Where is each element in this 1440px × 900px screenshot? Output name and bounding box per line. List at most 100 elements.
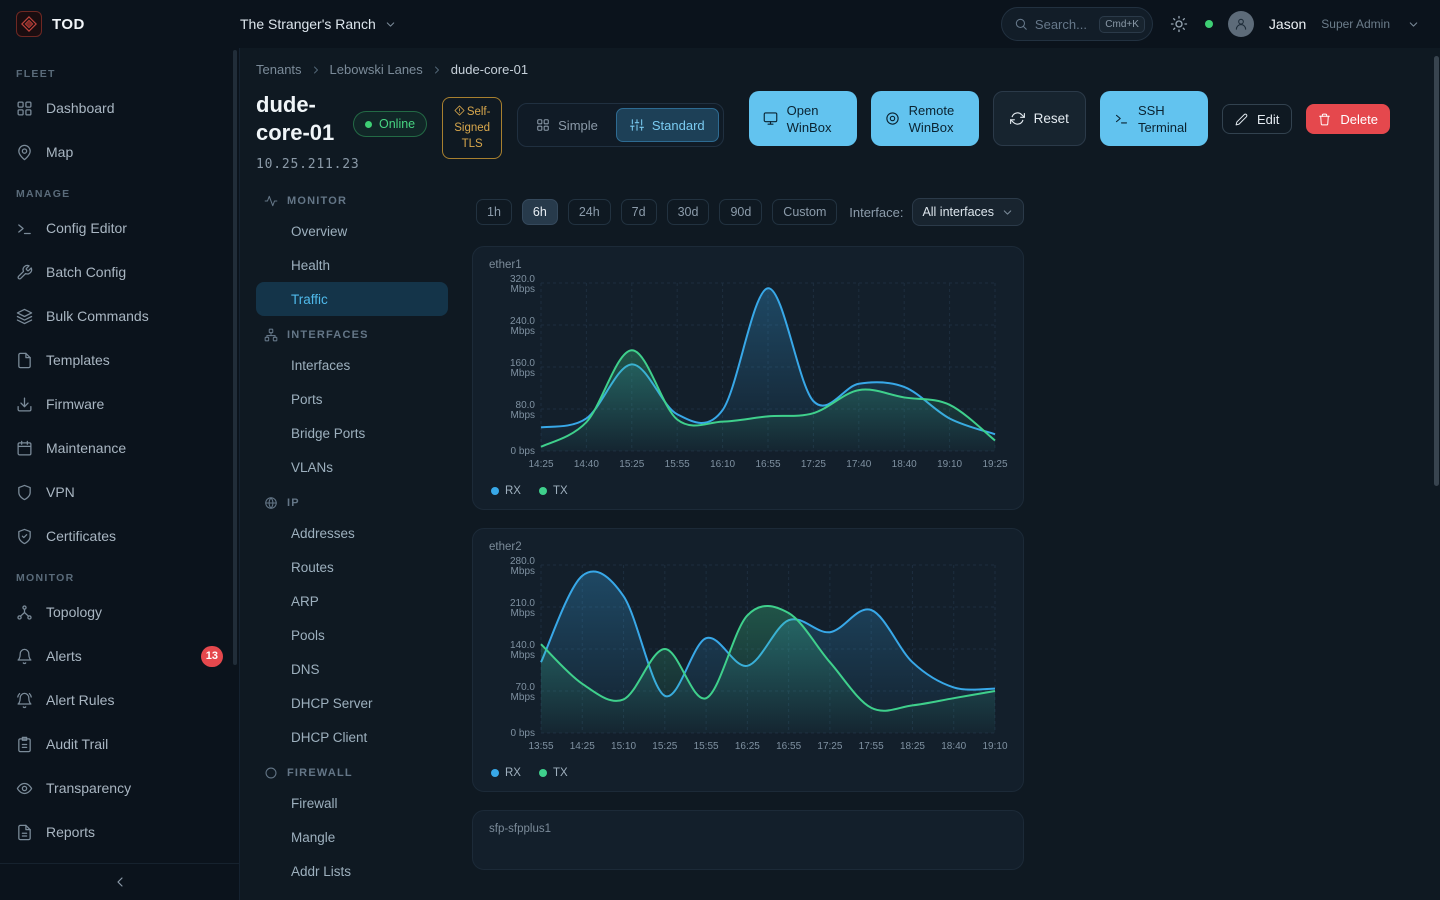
- subnav-item-dhcp-client[interactable]: DHCP Client: [256, 720, 448, 754]
- sidebar-item-dashboard[interactable]: Dashboard: [0, 86, 239, 130]
- svg-text:16:10: 16:10: [710, 459, 735, 470]
- subnav-item-ports[interactable]: Ports: [256, 382, 448, 416]
- subnav-section-monitor: MONITOR: [256, 182, 448, 214]
- refresh-icon: [1010, 111, 1025, 126]
- sidebar-item-batch-config[interactable]: Batch Config: [0, 250, 239, 294]
- subnav-item-dns[interactable]: DNS: [256, 652, 448, 686]
- mode-standard-button[interactable]: Standard: [616, 108, 719, 142]
- avatar[interactable]: [1228, 11, 1254, 37]
- legend-tx: TX: [539, 485, 568, 497]
- subnav-item-mangle[interactable]: Mangle: [256, 820, 448, 854]
- subnav-item-pools[interactable]: Pools: [256, 618, 448, 652]
- search-bar[interactable]: Cmd+K: [1001, 7, 1153, 41]
- grid-icon: [536, 118, 550, 132]
- sidebar-item-label: Map: [46, 144, 73, 160]
- layers-icon: [16, 308, 33, 325]
- breadcrumb-tenants[interactable]: Tenants: [256, 62, 302, 77]
- chevron-right-icon: [310, 64, 322, 76]
- subnav-item-firewall[interactable]: Firewall: [256, 786, 448, 820]
- ssh-terminal-button[interactable]: SSH Terminal: [1100, 91, 1208, 146]
- subnav-item-traffic[interactable]: Traffic: [256, 282, 448, 316]
- tenant-selector[interactable]: The Stranger's Ranch: [240, 16, 397, 32]
- topbar: TOD The Stranger's Ranch Cmd+K Jason Sup…: [0, 0, 1440, 48]
- file-icon: [16, 352, 33, 369]
- alerts-count-badge: 13: [201, 646, 223, 667]
- subnav-item-addr-lists[interactable]: Addr Lists: [256, 854, 448, 888]
- subnav-item-interfaces[interactable]: Interfaces: [256, 348, 448, 382]
- sidebar-item-vpn[interactable]: VPN: [0, 470, 239, 514]
- page-title: dude-core-01: [256, 91, 338, 147]
- chevron-down-icon: [1407, 18, 1420, 31]
- device-header: dude-core-01 10.25.211.23 Online Self-Si…: [256, 91, 1440, 172]
- search-shortcut-badge: Cmd+K: [1099, 16, 1145, 33]
- sidebar-item-label: Reports: [46, 824, 95, 840]
- page-scrollbar[interactable]: [1434, 56, 1439, 486]
- sidebar-collapse-button[interactable]: [112, 874, 128, 890]
- bell-ring-icon: [16, 692, 33, 709]
- sidebar-item-alerts[interactable]: Alerts 13: [0, 634, 239, 678]
- theme-toggle-button[interactable]: [1168, 13, 1190, 35]
- range-30d-button[interactable]: 30d: [667, 199, 710, 225]
- delete-button[interactable]: Delete: [1306, 104, 1390, 134]
- subnav-item-bridge-ports[interactable]: Bridge Ports: [256, 416, 448, 450]
- sidebar-item-templates[interactable]: Templates: [0, 338, 239, 382]
- subnav-item-health[interactable]: Health: [256, 248, 448, 282]
- clipboard-icon: [16, 736, 33, 753]
- bell-icon: [16, 648, 33, 665]
- reset-button[interactable]: Reset: [993, 91, 1086, 146]
- search-input[interactable]: [1035, 17, 1092, 32]
- device-ip: 10.25.211.23: [256, 157, 338, 172]
- map-pin-icon: [16, 144, 33, 161]
- subnav-item-vlans[interactable]: VLANs: [256, 450, 448, 484]
- svg-text:Mbps: Mbps: [511, 650, 535, 661]
- sidebar-item-topology[interactable]: Topology: [0, 590, 239, 634]
- range-7d-button[interactable]: 7d: [621, 199, 657, 225]
- calendar-icon: [16, 440, 33, 457]
- subnav-item-routes[interactable]: Routes: [256, 550, 448, 584]
- sidebar-item-reports[interactable]: Reports: [0, 810, 239, 854]
- range-6h-button[interactable]: 6h: [522, 199, 558, 225]
- globe-icon: [264, 496, 278, 510]
- sidebar-item-firmware[interactable]: Firmware: [0, 382, 239, 426]
- traffic-chart: 0 bps80.0Mbps160.0Mbps240.0Mbps320.0Mbps…: [489, 273, 1009, 479]
- subnav-item-overview[interactable]: Overview: [256, 214, 448, 248]
- remote-winbox-button[interactable]: Remote WinBox: [871, 91, 979, 146]
- app-logo[interactable]: TOD: [0, 11, 240, 37]
- terminal-icon: [1114, 111, 1129, 126]
- range-1h-button[interactable]: 1h: [476, 199, 512, 225]
- sidebar-item-label: Certificates: [46, 528, 116, 544]
- subnav-item-arp[interactable]: ARP: [256, 584, 448, 618]
- svg-text:Mbps: Mbps: [511, 566, 535, 577]
- svg-text:17:25: 17:25: [817, 741, 842, 752]
- main-content: Tenants Lebowski Lanes dude-core-01 dude-c…: [240, 48, 1440, 900]
- svg-text:17:25: 17:25: [801, 459, 826, 470]
- chart-title: sfp-sfpplus1: [489, 823, 1007, 835]
- interface-label: Interface:: [849, 205, 903, 220]
- edit-button[interactable]: Edit: [1222, 104, 1292, 134]
- user-menu-button[interactable]: [1405, 16, 1422, 33]
- svg-text:19:10: 19:10: [937, 459, 962, 470]
- breadcrumb-lebowski-lanes[interactable]: Lebowski Lanes: [330, 62, 423, 77]
- sidebar-scrollbar[interactable]: [233, 50, 237, 665]
- interface-select[interactable]: All interfaces: [912, 198, 1024, 226]
- subnav-item-dhcp-server[interactable]: DHCP Server: [256, 686, 448, 720]
- sidebar-footer: [0, 863, 239, 900]
- sidebar-item-transparency[interactable]: Transparency: [0, 766, 239, 810]
- sidebar-item-bulk-commands[interactable]: Bulk Commands: [0, 294, 239, 338]
- sidebar-item-audit-trail[interactable]: Audit Trail: [0, 722, 239, 766]
- svg-text:Mbps: Mbps: [511, 284, 535, 295]
- sidebar-item-config-editor[interactable]: Config Editor: [0, 206, 239, 250]
- range-24h-button[interactable]: 24h: [568, 199, 611, 225]
- subnav-item-addresses[interactable]: Addresses: [256, 516, 448, 550]
- range-90d-button[interactable]: 90d: [719, 199, 762, 225]
- sidebar-item-maintenance[interactable]: Maintenance: [0, 426, 239, 470]
- mode-simple-button[interactable]: Simple: [522, 108, 612, 142]
- sidebar-item-map[interactable]: Map: [0, 130, 239, 174]
- sidebar-item-label: Alerts: [46, 648, 82, 664]
- sidebar-item-certificates[interactable]: Certificates: [0, 514, 239, 558]
- open-winbox-button[interactable]: Open WinBox: [749, 91, 857, 146]
- range-custom-button[interactable]: Custom: [772, 199, 837, 225]
- tenant-name: The Stranger's Ranch: [240, 16, 376, 32]
- sidebar-item-label: Batch Config: [46, 264, 126, 280]
- sidebar-item-alert-rules[interactable]: Alert Rules: [0, 678, 239, 722]
